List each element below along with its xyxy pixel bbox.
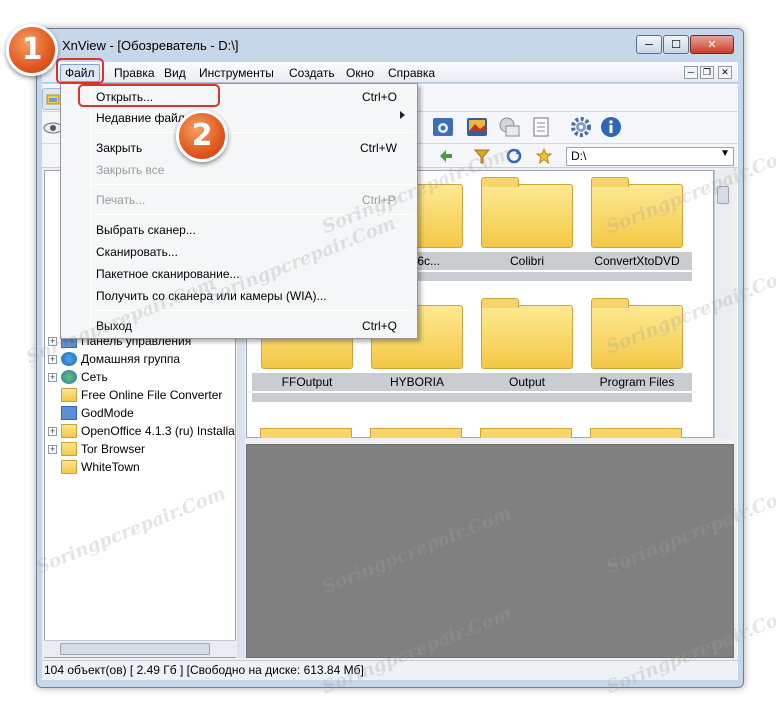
folder-name: Program Files xyxy=(582,373,692,391)
folder-name: Output xyxy=(472,373,582,391)
mdi-close-button[interactable]: ✕ xyxy=(718,66,732,79)
folder-icon xyxy=(61,442,77,456)
minimize-button[interactable]: ─ xyxy=(636,35,662,54)
folder-info-bar xyxy=(362,393,472,402)
menu-item-close[interactable]: Закрыть xyxy=(96,138,142,158)
folder-icon xyxy=(590,428,682,438)
menu-item-select-scanner[interactable]: Выбрать сканер... xyxy=(96,220,196,240)
submenu-arrow-icon xyxy=(400,111,405,119)
folder-name: ConvertXtoDVD xyxy=(582,252,692,270)
tree-item-label: GodMode xyxy=(81,406,134,420)
tree-horizontal-scrollbar[interactable] xyxy=(44,640,236,657)
shortcut-close: Ctrl+W xyxy=(360,141,397,155)
open-item-highlight xyxy=(78,84,220,107)
tree-item[interactable]: + OpenOffice 4.1.3 (ru) Installa xyxy=(48,422,235,440)
document-icon[interactable] xyxy=(530,116,552,138)
shortcut-open: Ctrl+O xyxy=(362,90,398,104)
folder-icon xyxy=(61,460,77,474)
folder-icon xyxy=(481,298,573,369)
menu-item-close-all[interactable]: Закрыть все xyxy=(96,160,164,180)
maximize-button[interactable]: ☐ xyxy=(663,35,689,54)
menu-item-batch-scan[interactable]: Пакетное сканирование... xyxy=(96,264,240,284)
mdi-minimize-button[interactable]: ─ xyxy=(684,66,698,79)
tree-item-label: Tor Browser xyxy=(81,442,146,456)
close-button[interactable]: ✕ xyxy=(690,35,734,54)
folder-name: HYBORIA xyxy=(362,373,472,391)
menu-gutter xyxy=(90,85,91,337)
menu-create[interactable]: Создать xyxy=(285,64,339,82)
network-icon xyxy=(61,370,77,384)
expand-icon[interactable]: + xyxy=(48,426,57,436)
folder-info-bar xyxy=(582,272,692,281)
folder-icon xyxy=(481,177,573,248)
menu-item-print[interactable]: Печать... xyxy=(96,190,145,210)
monitor-icon[interactable] xyxy=(498,116,520,138)
menu-tools[interactable]: Инструменты xyxy=(195,64,278,82)
folder-info-bar xyxy=(252,393,362,402)
tree-item-label: OpenOffice 4.1.3 (ru) Installa xyxy=(81,424,235,438)
menu-separator xyxy=(92,184,414,185)
folder-thumbnail[interactable]: Output xyxy=(472,298,582,402)
expand-icon[interactable]: + xyxy=(48,444,57,454)
tree-item-label: Сеть xyxy=(81,370,108,384)
tree-item-label: Free Online File Converter xyxy=(81,388,223,402)
refresh-arrows-icon[interactable] xyxy=(436,146,456,166)
step-2-badge: 2 xyxy=(176,110,228,162)
window-title: XnView - [Обозреватель - D:\] xyxy=(62,38,239,53)
tree-item[interactable]: + Tor Browser xyxy=(48,440,145,458)
address-path: D:\ xyxy=(571,149,587,163)
scrollbar-thumb[interactable] xyxy=(60,643,210,655)
folder-name: Colibri xyxy=(472,252,582,270)
mdi-restore-button[interactable]: ❐ xyxy=(700,66,714,79)
folder-icon xyxy=(61,388,77,402)
address-field[interactable]: D:\ ▼ xyxy=(566,147,734,166)
folder-icon xyxy=(370,428,462,438)
image-icon[interactable] xyxy=(466,116,488,138)
godmode-icon xyxy=(61,406,77,420)
info-icon[interactable] xyxy=(600,116,622,138)
menu-window[interactable]: Окно xyxy=(342,64,378,82)
tree-item-label: WhiteTown xyxy=(81,460,140,474)
tree-item[interactable]: + Сеть xyxy=(48,368,108,386)
menu-separator xyxy=(92,132,414,133)
menu-edit[interactable]: Правка xyxy=(110,64,159,82)
folder-icon xyxy=(260,428,352,438)
step-1-badge: 1 xyxy=(6,24,58,76)
folder-name: FFOutput xyxy=(252,373,362,391)
tree-item[interactable]: Free Online File Converter xyxy=(61,386,222,404)
tree-item[interactable]: WhiteTown xyxy=(61,458,140,476)
tree-item[interactable]: GodMode xyxy=(61,404,134,422)
menu-view[interactable]: Вид xyxy=(160,64,190,82)
file-menu-highlight xyxy=(56,58,104,84)
gear-icon[interactable] xyxy=(570,116,592,138)
folder-icon xyxy=(480,428,572,438)
folder-info-bar xyxy=(582,393,692,402)
folder-info-bar xyxy=(472,272,582,281)
chevron-down-icon[interactable]: ▼ xyxy=(720,148,730,159)
folder-icon xyxy=(61,424,77,438)
menu-item-scan[interactable]: Сканировать... xyxy=(96,242,178,262)
folder-thumbnail[interactable]: Colibri xyxy=(472,177,582,281)
folder-info-bar xyxy=(472,393,582,402)
tree-item-label: Домашняя группа xyxy=(81,352,181,366)
favorites-star-icon[interactable] xyxy=(534,146,554,166)
menu-help[interactable]: Справка xyxy=(384,64,439,82)
expand-icon[interactable]: + xyxy=(48,372,57,382)
shortcut-exit: Ctrl+Q xyxy=(362,319,398,333)
camera-icon[interactable] xyxy=(432,116,454,138)
